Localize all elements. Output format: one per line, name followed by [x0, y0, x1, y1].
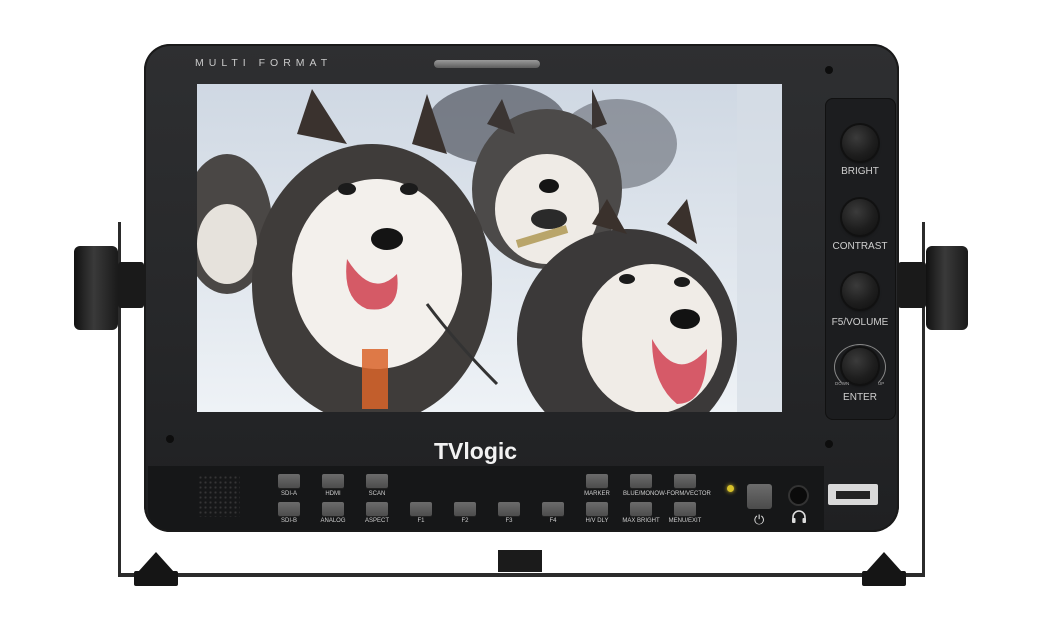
screw-top-right: [825, 66, 833, 74]
usb-slot: [836, 491, 870, 499]
power-button[interactable]: [747, 484, 772, 509]
display-screen: [197, 84, 782, 412]
multi-format-label: MULTI FORMAT: [195, 57, 333, 69]
bright-label: BRIGHT: [841, 166, 879, 177]
volume-label: F5/VOLUME: [831, 317, 889, 328]
stand-bottom-bar: [118, 573, 925, 577]
wform-vector-button[interactable]: [674, 474, 696, 488]
sdi-a-button[interactable]: [278, 474, 300, 488]
enter-down-label: DOWN: [835, 381, 850, 386]
headphone-jack[interactable]: [790, 487, 807, 504]
headphone-icon: [791, 510, 807, 529]
hdmi-button[interactable]: [322, 474, 344, 488]
f3-button[interactable]: [498, 502, 520, 516]
light-sensor: [434, 60, 540, 68]
left-mount-stem: [118, 262, 144, 308]
left-foot-base: [134, 571, 178, 586]
menu-exit-label: MENU/EXIT: [668, 518, 702, 524]
contrast-label: CONTRAST: [832, 241, 888, 252]
analog-button[interactable]: [322, 502, 344, 516]
enter-up-label: UP: [878, 381, 885, 386]
max-bright-button[interactable]: [630, 502, 652, 516]
menu-exit-button[interactable]: [674, 502, 696, 516]
right-mount-knob[interactable]: [926, 246, 968, 330]
right-mount-stem: [898, 262, 926, 308]
scan-button[interactable]: [366, 474, 388, 488]
blue-mono-button[interactable]: [630, 474, 652, 488]
f2-button[interactable]: [454, 502, 476, 516]
huskies-photo: [197, 84, 782, 412]
hv-dly-button[interactable]: [586, 502, 608, 516]
speaker-grille: [198, 475, 240, 517]
right-foot: [866, 552, 902, 572]
f1-button[interactable]: [410, 502, 432, 516]
screw-bottom-right: [825, 440, 833, 448]
stand-center-tab: [498, 550, 542, 572]
f4-button[interactable]: [542, 502, 564, 516]
wform-vector-label: W-FORM/VECTOR: [659, 491, 711, 497]
left-foot: [138, 552, 174, 572]
right-foot-base: [862, 571, 906, 586]
scan-label: SCAN: [368, 491, 386, 497]
bright-knob-icon[interactable]: [842, 125, 878, 161]
status-led: [727, 485, 734, 492]
power-icon: ⏻: [754, 512, 765, 527]
tvlogic-logo: TVlogic: [434, 438, 518, 464]
enter-knob-icon[interactable]: [842, 348, 878, 384]
screw-bottom-left: [166, 435, 174, 443]
marker-button[interactable]: [586, 474, 608, 488]
aspect-button[interactable]: [366, 502, 388, 516]
volume-knob-icon[interactable]: [842, 273, 878, 309]
sdi-b-button[interactable]: [278, 502, 300, 516]
left-mount-knob[interactable]: [74, 246, 118, 330]
enter-label: ENTER: [843, 392, 877, 403]
contrast-knob-icon[interactable]: [842, 199, 878, 235]
